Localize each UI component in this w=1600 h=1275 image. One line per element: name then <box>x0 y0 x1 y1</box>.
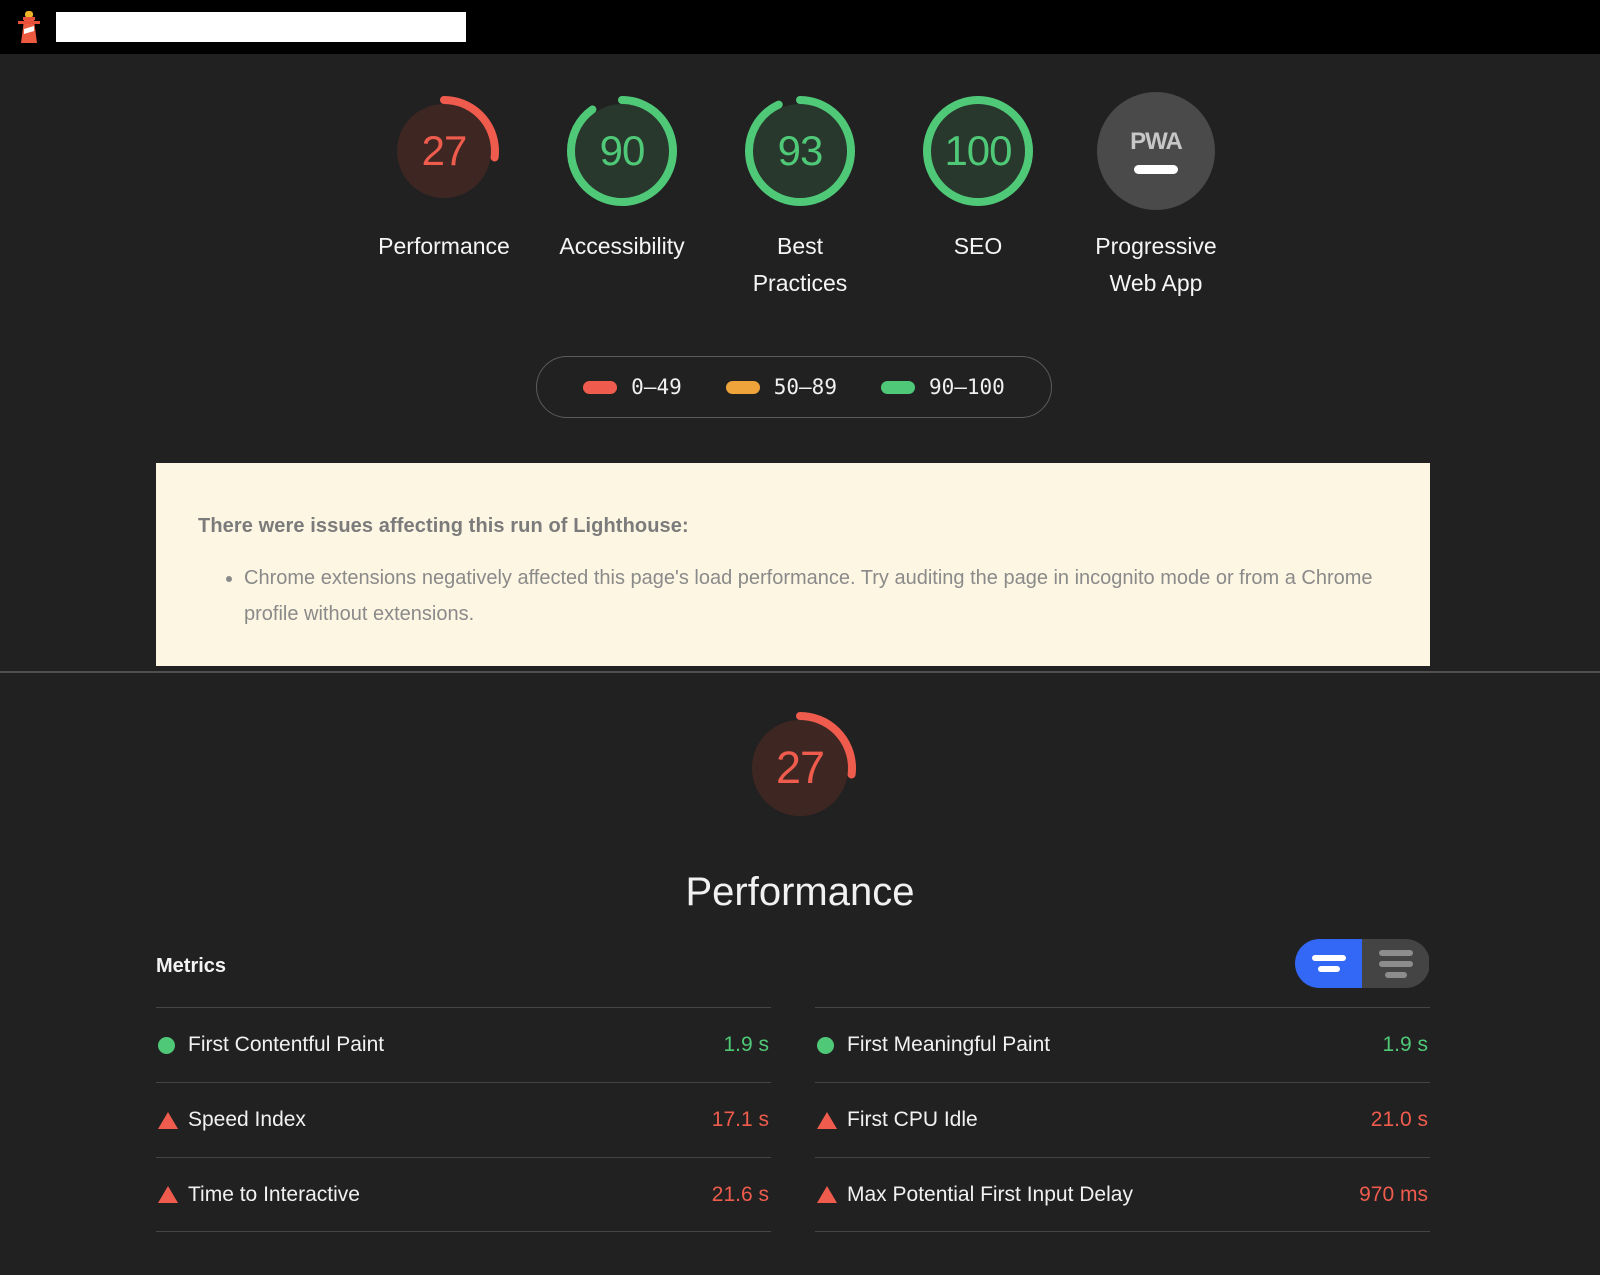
filmstrip-view-button[interactable] <box>1295 939 1362 988</box>
metrics-heading: Metrics <box>156 955 227 977</box>
gauge-ring-performance: 27 <box>385 92 503 210</box>
metric-value: 21.0 s <box>1370 1108 1428 1131</box>
score-gauge-performance[interactable]: 27 Performance <box>355 92 533 265</box>
performance-section: 27 Performance <box>0 690 1600 915</box>
metrics-column-left: First Contentful Paint 1.9 s Speed Index… <box>156 1007 771 1232</box>
metric-value: 1.9 s <box>723 1033 769 1056</box>
gauge-label-seo: SEO <box>953 233 1003 259</box>
gauge-score-performance: 27 <box>421 127 468 174</box>
legend-pill-fail <box>583 380 618 394</box>
gauge-ring-seo: 100 <box>919 92 1037 210</box>
pwa-badge: PWA <box>1097 92 1215 210</box>
list-bar-icon <box>1378 960 1413 967</box>
fail-triangle-icon <box>158 1111 188 1129</box>
filmstrip-bar-icon <box>1317 966 1340 972</box>
gauge-score-accessibility: 90 <box>599 127 646 174</box>
metric-label: First Meaningful Paint <box>847 1033 1051 1056</box>
fail-triangle-icon <box>817 1186 847 1203</box>
score-gauge-best-practices[interactable]: 93 Best Practices <box>711 92 889 302</box>
legend-item-average: 50–89 <box>725 375 837 399</box>
performance-title: Performance <box>685 870 915 914</box>
lighthouse-report: 27 Performance 90 Accessibility 93 Best … <box>0 0 1600 1275</box>
legend-item-pass: 90–100 <box>880 375 1005 399</box>
pwa-label: PWA <box>1130 128 1183 155</box>
fail-triangle-icon <box>158 1186 188 1203</box>
metric-label: First CPU Idle <box>847 1108 978 1131</box>
gauge-score-seo: 100 <box>944 127 1012 174</box>
metrics-view-toggle[interactable] <box>1295 939 1430 988</box>
warnings-banner: There were issues affecting this run of … <box>156 463 1430 666</box>
filmstrip-bar-icon <box>1311 955 1346 961</box>
legend-item-fail: 0–49 <box>583 375 682 399</box>
legend-pill-pass <box>880 380 915 394</box>
fail-triangle-icon <box>817 1111 847 1129</box>
performance-gauge: 27 <box>740 708 860 828</box>
list-view-button[interactable] <box>1362 939 1429 988</box>
list-bar-icon <box>1384 971 1407 978</box>
table-row[interactable]: Max Potential First Input Delay 970 ms <box>815 1157 1430 1232</box>
list-bar-icon <box>1378 949 1413 956</box>
table-row[interactable]: Speed Index 17.1 s <box>156 1082 771 1157</box>
metric-label: Time to Interactive <box>188 1182 360 1206</box>
metrics-column-right: First Meaningful Paint 1.9 s First CPU I… <box>815 1007 1430 1232</box>
metric-value: 970 ms <box>1359 1182 1428 1206</box>
metric-value: 1.9 s <box>1382 1033 1428 1056</box>
metrics-header: Metrics <box>156 939 1430 1001</box>
table-row[interactable]: Time to Interactive 21.6 s <box>156 1157 771 1232</box>
legend-range-fail: 0–49 <box>631 375 682 399</box>
legend-range-pass: 90–100 <box>928 375 1005 399</box>
warnings-list: Chrome extensions negatively affected th… <box>198 560 1388 632</box>
score-gauge-seo[interactable]: 100 SEO <box>889 92 1067 265</box>
top-bar <box>0 0 1600 54</box>
metric-label: Max Potential First Input Delay <box>847 1182 1133 1206</box>
lighthouse-icon <box>18 11 40 43</box>
gauge-ring-accessibility: 90 <box>563 92 681 210</box>
gauge-label-performance: Performance <box>378 233 510 259</box>
gauge-label-pwa: Progressive Web App <box>1095 233 1217 296</box>
metric-label: First Contentful Paint <box>188 1033 385 1056</box>
score-legend: 0–49 50–89 90–100 <box>536 356 1052 418</box>
pwa-dash-icon <box>1134 165 1178 174</box>
pass-circle-icon <box>817 1036 847 1054</box>
gauge-score-best-practices: 93 <box>777 127 824 174</box>
warning-item: Chrome extensions negatively affected th… <box>244 560 1388 632</box>
warnings-title: There were issues affecting this run of … <box>198 515 689 537</box>
metric-label: Speed Index <box>188 1108 306 1131</box>
metric-value: 21.6 s <box>711 1182 769 1206</box>
legend-pill-average <box>725 380 760 394</box>
table-row[interactable]: First Meaningful Paint 1.9 s <box>815 1007 1430 1082</box>
score-gauge-accessibility[interactable]: 90 Accessibility <box>533 92 711 265</box>
url-input[interactable] <box>56 12 466 42</box>
legend-range-average: 50–89 <box>773 375 837 399</box>
section-divider <box>0 671 1600 673</box>
pass-circle-icon <box>158 1036 188 1054</box>
performance-gauge-score: 27 <box>775 742 825 793</box>
gauge-label-accessibility: Accessibility <box>559 233 685 259</box>
metrics-grid: First Contentful Paint 1.9 s Speed Index… <box>156 1007 1430 1232</box>
score-gauge-pwa[interactable]: PWA Progressive Web App <box>1067 92 1245 302</box>
gauge-ring-best-practices: 93 <box>741 92 859 210</box>
score-gauges: 27 Performance 90 Accessibility 93 Best … <box>0 54 1600 302</box>
metric-value: 17.1 s <box>711 1108 769 1131</box>
table-row[interactable]: First CPU Idle 21.0 s <box>815 1082 1430 1157</box>
gauge-label-best-practices: Best Practices <box>752 233 848 296</box>
table-row[interactable]: First Contentful Paint 1.9 s <box>156 1007 771 1082</box>
